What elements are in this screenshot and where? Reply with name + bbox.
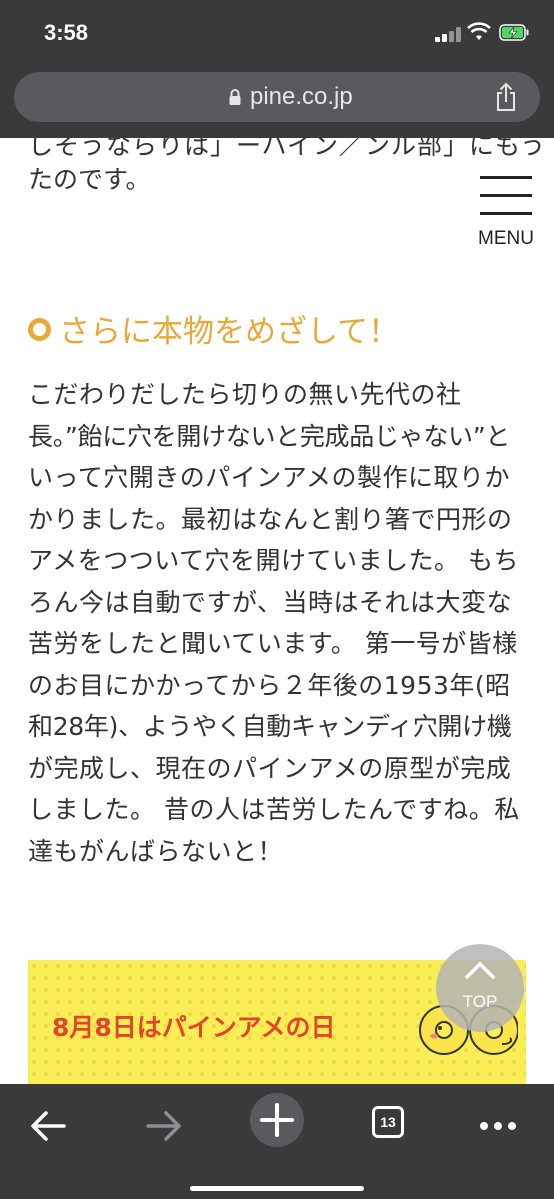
section-heading: さらに本物をめざして！ bbox=[28, 306, 399, 351]
battery-charging-icon bbox=[499, 24, 529, 41]
body-line: のお目にかかってから２年後の1953年(昭 bbox=[28, 670, 511, 700]
cellular-signal-icon bbox=[435, 26, 463, 42]
body-line: ろん今は自動ですが、当時はそれは大変な bbox=[28, 587, 513, 617]
body-line: いって穴開きのパインアメの製作に取りか bbox=[28, 463, 511, 492]
body-line: こだわりだしたら切りの無い先代の社 bbox=[28, 380, 462, 409]
previous-paragraph-end: たのです。 bbox=[28, 165, 151, 194]
tab-count: 13 bbox=[372, 1106, 404, 1138]
body-line: 達もがんばらないと！ bbox=[28, 836, 284, 866]
body-line: かりました。最初はなんと割り箸で円形の bbox=[28, 504, 513, 534]
body-line: しました。 昔の人は苦労したんですね。私 bbox=[28, 795, 520, 824]
menu-label: MENU bbox=[478, 228, 534, 249]
back-arrow-icon[interactable] bbox=[22, 1098, 78, 1154]
home-indicator bbox=[190, 1186, 364, 1191]
top-label: TOP bbox=[462, 992, 498, 1011]
browser-chrome: 3:58 pine.co.jp bbox=[0, 0, 554, 138]
new-tab-plus-icon[interactable] bbox=[247, 1090, 307, 1150]
more-options-icon[interactable] bbox=[470, 1098, 526, 1154]
banner-text: 8月8日はパインアメの日 bbox=[52, 1013, 336, 1042]
status-time: 3:58 bbox=[44, 20, 89, 45]
circle-bullet-icon bbox=[28, 318, 51, 341]
back-to-top-button[interactable]: TOP bbox=[436, 944, 524, 1032]
body-line: が完成し、現在のパインアメの原型が完成 bbox=[28, 753, 512, 783]
url-text: pine.co.jp bbox=[250, 83, 353, 110]
url-bar[interactable]: pine.co.jp bbox=[14, 72, 540, 122]
previous-paragraph-clipped: しそうならりは」ーハイン／ンル部」にもう bbox=[28, 138, 547, 160]
body-line: 苦労をしたと聞いています。 第一号が皆様 bbox=[28, 629, 518, 658]
section-heading-text: さらに本物をめざして！ bbox=[59, 314, 400, 350]
lock-icon bbox=[229, 89, 241, 105]
menu-button[interactable]: MENU bbox=[476, 174, 536, 254]
chevron-up-icon bbox=[465, 961, 495, 979]
tab-switcher-button[interactable]: 13 bbox=[364, 1098, 420, 1154]
wifi-icon bbox=[467, 22, 491, 40]
browser-toolbar: 13 bbox=[0, 1084, 554, 1199]
body-line: アメをつついて穴を開けていました。 もち bbox=[28, 546, 519, 575]
forward-arrow-icon[interactable] bbox=[134, 1098, 190, 1154]
body-line: 長。”飴に穴を開けないと完成品じゃない”と bbox=[28, 421, 511, 451]
page-content: しそうならりは」ーハイン／ンル部」にもう たのです。 MENU さらに本物をめざ… bbox=[0, 138, 554, 1084]
share-icon[interactable] bbox=[494, 82, 518, 112]
body-paragraph: こだわりだしたら切りの無い先代の社 長。”飴に穴を開けないと完成品じゃない”と … bbox=[28, 374, 524, 872]
body-line: 和28年)、ようやく自動キャンディ穴開け機 bbox=[28, 712, 512, 741]
